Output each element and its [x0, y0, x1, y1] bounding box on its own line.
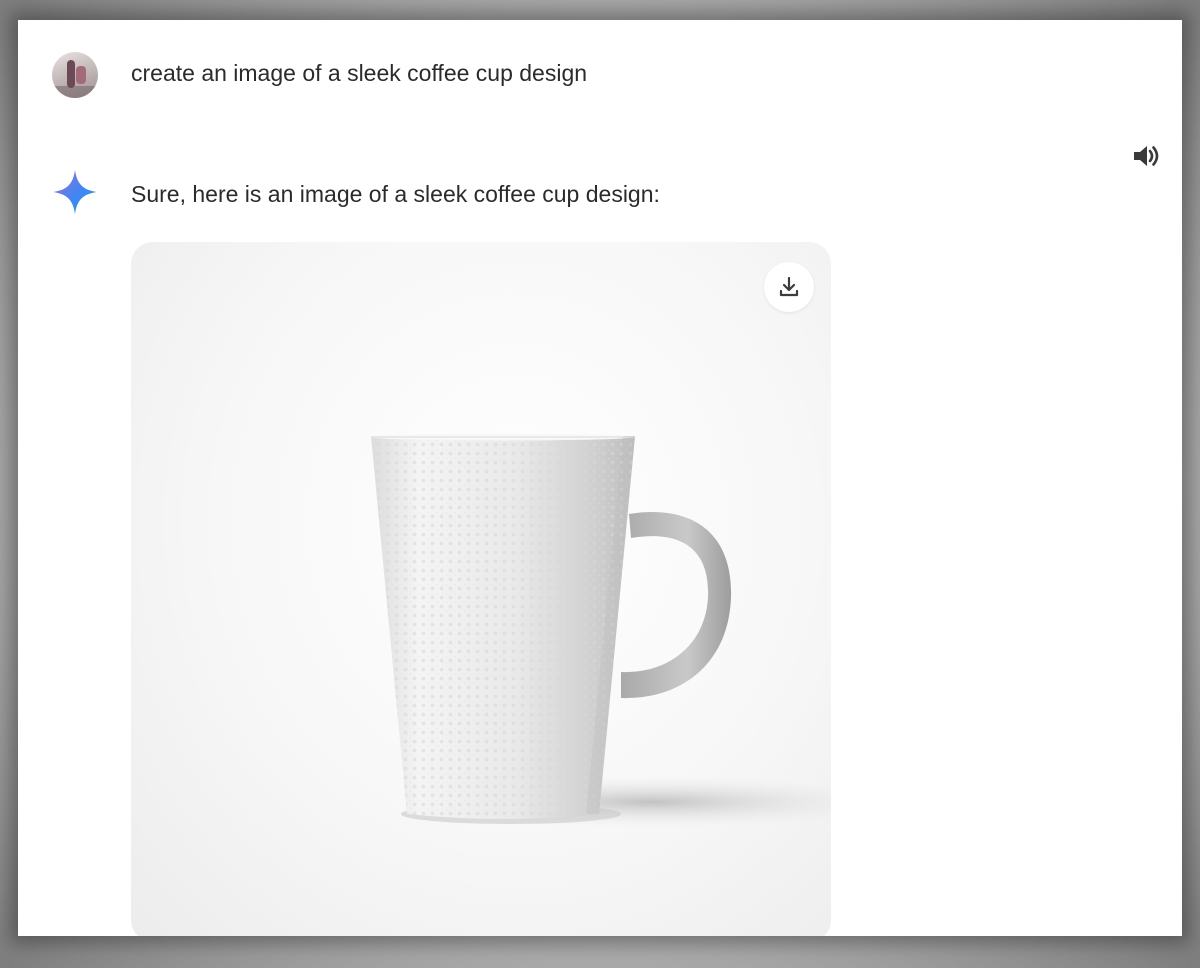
read-aloud-button[interactable]: [1128, 138, 1164, 174]
assistant-response-text: Sure, here is an image of a sleek coffee…: [131, 181, 660, 207]
download-button[interactable]: [764, 262, 814, 312]
user-prompt-text: create an image of a sleek coffee cup de…: [131, 60, 588, 86]
generated-image[interactable]: [131, 242, 831, 936]
sparkle-icon: [53, 170, 97, 214]
coffee-mug-illustration: [371, 433, 831, 828]
user-avatar[interactable]: [52, 52, 98, 98]
chat-window: create an image of a sleek coffee cup de…: [18, 20, 1182, 936]
user-message-row: create an image of a sleek coffee cup de…: [18, 20, 1182, 130]
download-icon: [779, 276, 799, 297]
speaker-icon: [1134, 146, 1159, 166]
